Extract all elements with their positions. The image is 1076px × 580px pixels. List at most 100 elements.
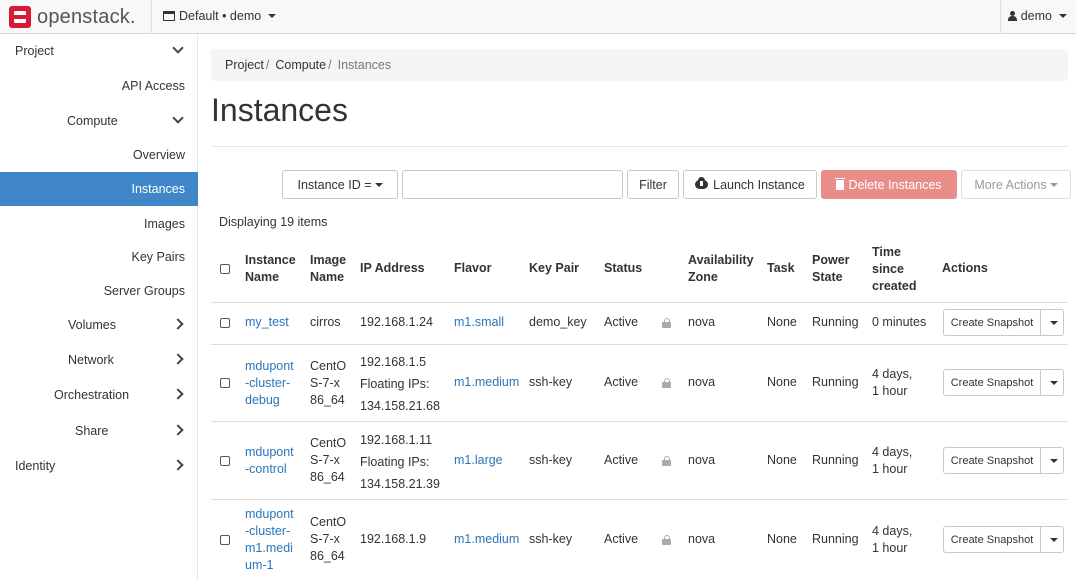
- time-since-created: 4 days, 1 hour: [872, 444, 912, 478]
- column-header-instance-name[interactable]: Instance Name: [245, 252, 296, 286]
- column-header-ip-address[interactable]: IP Address: [360, 260, 425, 277]
- flavor-link[interactable]: m1.large: [454, 452, 503, 469]
- filter-input[interactable]: [402, 170, 623, 199]
- cell-line: 1 hour: [872, 462, 908, 476]
- cell-line: mdupont: [245, 507, 294, 521]
- row-actions: Create Snapshot: [943, 369, 1064, 396]
- chevron-right-icon: [172, 353, 184, 365]
- row-actions-toggle[interactable]: [1041, 370, 1063, 395]
- flavor-link[interactable]: m1.medium: [454, 374, 519, 391]
- row-actions: Create Snapshot: [943, 447, 1064, 474]
- column-header-time-since-created[interactable]: Time since created: [872, 244, 916, 295]
- key-pair: ssh-key: [529, 532, 573, 546]
- cell-line: 1 hour: [872, 384, 908, 398]
- column-header-image-name[interactable]: Image Name: [310, 252, 346, 286]
- task: None: [767, 375, 797, 389]
- sidebar-item-network[interactable]: Network: [0, 343, 198, 377]
- sidebar-item-label: Key Pairs: [131, 250, 186, 264]
- power-state: Running: [812, 315, 859, 329]
- availability-zone: nova: [688, 453, 716, 467]
- cell-line: 86_64: [310, 549, 345, 563]
- user-menu[interactable]: demo: [1007, 9, 1067, 23]
- cell-line: debug: [245, 393, 280, 407]
- cell-line: mdupont: [245, 445, 294, 459]
- ip-address: 192.168.1.9: [360, 531, 426, 548]
- column-header-availability-zone[interactable]: Availability Zone: [688, 252, 754, 286]
- sidebar-item-orchestration[interactable]: Orchestration: [0, 378, 198, 412]
- time-since-created: 4 days, 1 hour: [872, 366, 912, 400]
- delete-instances-button[interactable]: Delete Instances: [821, 170, 957, 199]
- sidebar-item-api-access[interactable]: API Access: [0, 69, 198, 103]
- sidebar-item-overview[interactable]: Overview: [0, 138, 198, 172]
- instance-name-link[interactable]: mdupont -cluster- debug: [245, 358, 294, 409]
- header-line: Name: [245, 270, 280, 284]
- sidebar-item-compute[interactable]: Compute: [0, 104, 198, 138]
- chevron-right-icon: [172, 318, 184, 330]
- cell-line: mdupont: [245, 359, 294, 373]
- create-snapshot-button[interactable]: Create Snapshot: [944, 310, 1041, 335]
- header-line: Power: [812, 253, 850, 267]
- filter-button-label: Filter: [639, 177, 667, 192]
- instance-name-link[interactable]: my_test: [245, 314, 289, 331]
- delete-instances-label: Delete Instances: [848, 177, 942, 192]
- row-actions-toggle[interactable]: [1041, 448, 1063, 473]
- cell-line: Floating IPs:: [360, 455, 430, 469]
- openstack-logo[interactable]: openstack.: [9, 6, 136, 28]
- select-all-checkbox[interactable]: [220, 264, 230, 274]
- flavor-link[interactable]: m1.small: [454, 314, 504, 331]
- create-snapshot-button[interactable]: Create Snapshot: [944, 448, 1041, 473]
- chevron-down-icon: [1049, 458, 1058, 463]
- chevron-right-icon: [172, 388, 184, 400]
- launch-instance-button[interactable]: Launch Instance: [683, 170, 817, 199]
- create-snapshot-button[interactable]: Create Snapshot: [944, 527, 1041, 552]
- more-actions-label: More Actions: [974, 177, 1047, 192]
- more-actions-button[interactable]: More Actions: [961, 170, 1071, 199]
- lock-icon: [662, 378, 671, 388]
- image-name: CentO S-7-x 86_64: [310, 435, 346, 486]
- top-navbar: openstack. Default • demo demo: [0, 0, 1076, 34]
- breadcrumb-project[interactable]: Project: [225, 58, 264, 72]
- key-pair: ssh-key: [529, 375, 573, 389]
- time-since-created: 0 minutes: [872, 314, 926, 331]
- cell-line: CentO: [310, 359, 347, 373]
- column-header-key-pair[interactable]: Key Pair: [529, 260, 579, 277]
- sidebar-item-label: Overview: [132, 148, 185, 162]
- column-header-power-state[interactable]: Power State: [812, 252, 850, 286]
- row-actions-toggle[interactable]: [1041, 527, 1063, 552]
- column-header-task[interactable]: Task: [767, 260, 795, 277]
- filter-field-select[interactable]: Instance ID =: [282, 170, 398, 199]
- image-name: CentO S-7-x 86_64: [310, 514, 346, 565]
- cell-line: S-7-x: [310, 376, 340, 390]
- flavor-link[interactable]: m1.medium: [454, 531, 519, 548]
- create-snapshot-button[interactable]: Create Snapshot: [944, 370, 1041, 395]
- sidebar-item-identity[interactable]: Identity: [0, 449, 198, 483]
- sidebar-item-instances[interactable]: Instances: [0, 172, 198, 206]
- row-checkbox[interactable]: [220, 378, 230, 388]
- row-checkbox[interactable]: [220, 535, 230, 545]
- sidebar-item-share[interactable]: Share: [0, 414, 198, 448]
- row-actions-toggle[interactable]: [1041, 310, 1063, 335]
- cell-line: -cluster-: [245, 524, 291, 538]
- column-header-flavor[interactable]: Flavor: [454, 260, 492, 277]
- sidebar-item-images[interactable]: Images: [0, 207, 198, 241]
- project-selector[interactable]: Default • demo: [163, 9, 277, 23]
- sidebar-item-volumes[interactable]: Volumes: [0, 308, 198, 342]
- chevron-down-icon: [374, 182, 383, 187]
- cell-line: 86_64: [310, 393, 345, 407]
- cloud-upload-icon: [695, 177, 709, 189]
- filter-button[interactable]: Filter: [627, 170, 679, 199]
- row-checkbox[interactable]: [220, 456, 230, 466]
- instance-name-link[interactable]: mdupont -control: [245, 444, 294, 478]
- cell-line: 86_64: [310, 470, 345, 484]
- sidebar-item-server-groups[interactable]: Server Groups: [0, 274, 198, 308]
- row-checkbox[interactable]: [220, 318, 230, 328]
- sidebar-item-project[interactable]: Project: [0, 34, 198, 68]
- column-header-status[interactable]: Status: [604, 260, 642, 277]
- status: Active: [604, 315, 639, 329]
- breadcrumb-compute[interactable]: Compute: [275, 58, 326, 72]
- row-divider: [211, 499, 1068, 500]
- breadcrumb: Project / Compute / Instances: [211, 49, 1068, 81]
- instance-name-link[interactable]: mdupont -cluster- m1.medi um-1: [245, 506, 294, 574]
- chevron-down-icon: [268, 14, 277, 18]
- sidebar-item-key-pairs[interactable]: Key Pairs: [0, 240, 198, 274]
